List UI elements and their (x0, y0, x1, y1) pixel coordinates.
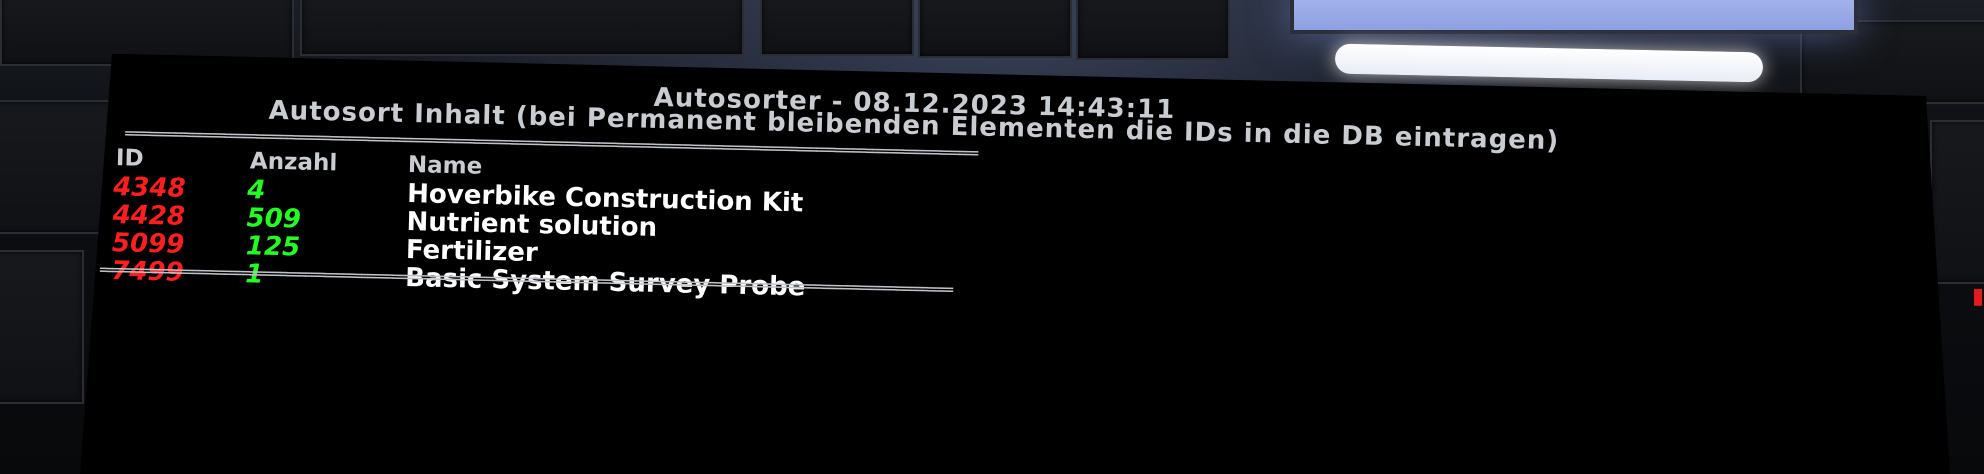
row-id: 4348 (112, 172, 186, 204)
column-header-name: Name (407, 152, 483, 180)
wall-panel (918, 0, 1072, 58)
column-header-id: ID (115, 145, 144, 172)
wall-panel (300, 0, 744, 56)
row-quantity: 509 (246, 203, 302, 235)
wall-panel (760, 0, 914, 56)
wall-panel (1930, 120, 1984, 284)
row-id: 4428 (112, 200, 186, 232)
wall-panel (1076, 0, 1230, 60)
wall-panel (0, 250, 84, 404)
offscreen-red-glyph: ▮ (1972, 284, 1984, 309)
row-quantity: 4 (246, 175, 266, 206)
column-header-quantity: Anzahl (249, 148, 338, 177)
wall-panel (0, 100, 114, 234)
row-id: 5099 (111, 228, 185, 260)
game-scene: ▮ Autosorter - 08.12.2023 14:43:11 Autos… (0, 0, 1984, 474)
ceiling-light-panel (1290, 0, 1858, 34)
row-quantity: 125 (245, 231, 301, 263)
ceiling-light-bar (1334, 43, 1764, 83)
